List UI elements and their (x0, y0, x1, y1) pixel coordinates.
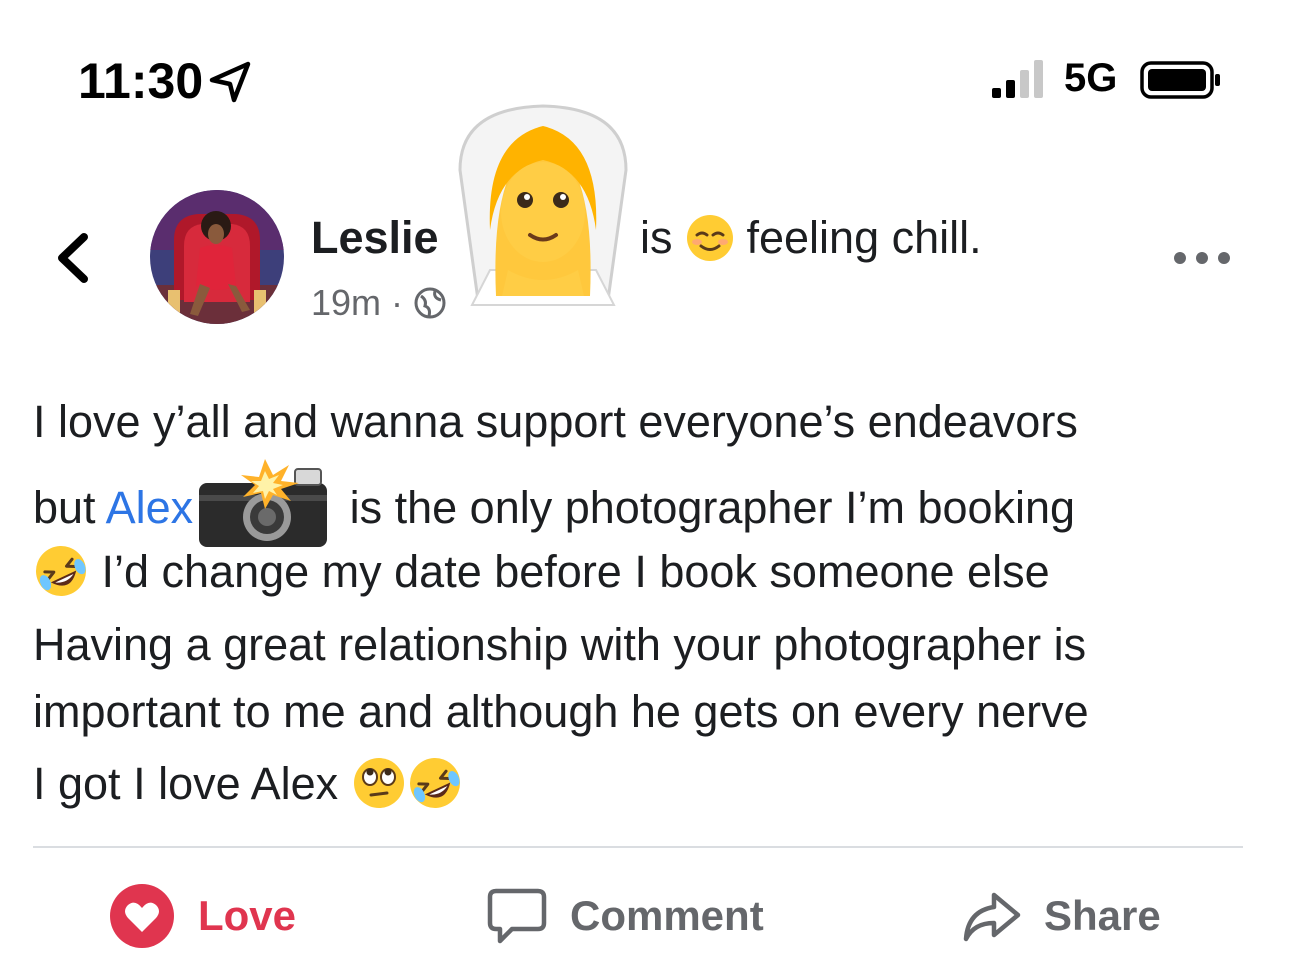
post-body-line: but Alex is the only photographer I’m bo… (33, 455, 1263, 547)
avatar[interactable] (150, 190, 284, 324)
heart-icon (110, 884, 174, 948)
rolling-on-floor-laughing-emoji (36, 546, 86, 596)
back-chevron-icon (58, 233, 88, 283)
battery-icon (1140, 61, 1220, 99)
comment-label: Comment (570, 892, 764, 939)
post-body-line: I’d change my date before I book someone… (33, 533, 1263, 611)
signal-icon (992, 60, 1043, 98)
back-button[interactable] (44, 228, 100, 288)
location-arrow-icon (209, 61, 251, 103)
post-body: I love y’all and wanna support everyone’… (33, 388, 1263, 823)
post-body-text: I’d change my date before I book someone… (89, 546, 1050, 597)
relieved-face-emoji (685, 213, 735, 263)
status-time: 11:30 (78, 53, 204, 109)
mention-link-alex[interactable]: Alex (106, 482, 194, 533)
post-body-line: important to me and although he gets on … (33, 686, 1089, 737)
feeling-prefix: is (640, 212, 673, 263)
meta-separator: · (391, 282, 404, 323)
bride-with-veil-emoji (458, 104, 628, 306)
status-bar: 11:30 5G (0, 0, 1290, 150)
divider (33, 846, 1243, 848)
network-label: 5G (1064, 56, 1118, 100)
post-body-text: I got I love Alex (33, 758, 351, 809)
post-body-line: I love y’all and wanna support everyone’… (33, 396, 1078, 447)
share-button[interactable]: Share (960, 878, 1161, 954)
avatar-photo (150, 190, 284, 324)
feeling-status: is feeling chill. (640, 212, 982, 264)
face-with-rolling-eyes-emoji (353, 758, 404, 808)
globe-icon (414, 287, 446, 319)
feeling-text: feeling chill. (746, 212, 982, 263)
love-label: Love (198, 892, 297, 939)
share-label: Share (1044, 892, 1161, 939)
post-body-line: Having a great relationship with your ph… (33, 619, 1087, 670)
rolling-on-floor-laughing-emoji (409, 758, 460, 808)
post-body-line: I got I love Alex (33, 745, 1263, 823)
post-meta: 19m · (311, 282, 447, 324)
post-body-text: but (33, 482, 106, 533)
post-body-text: is the only photographer I’m booking (337, 482, 1076, 533)
share-icon (963, 892, 1021, 942)
author-name[interactable]: Leslie (311, 212, 439, 264)
post-action-bar: Love Comment Share (0, 870, 1290, 962)
love-button[interactable]: Love (108, 878, 296, 954)
comment-button[interactable]: Comment (486, 878, 764, 954)
post-timestamp[interactable]: 19m (311, 282, 381, 324)
more-options-button[interactable] (1170, 240, 1234, 276)
comment-icon (487, 888, 547, 944)
